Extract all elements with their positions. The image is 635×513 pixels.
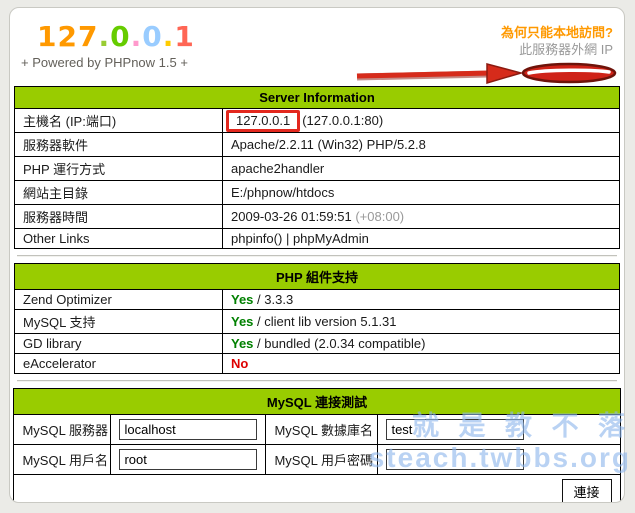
row-label: 服務器時間 [14, 204, 223, 229]
phpmyadmin-link[interactable]: phpMyAdmin [293, 231, 369, 246]
row-value: Apache/2.2.11 (Win32) PHP/5.2.8 [222, 132, 620, 157]
row-value: No [222, 353, 620, 374]
title-char: 0 [142, 20, 163, 53]
status-badge: Yes [231, 336, 254, 351]
mysql-user-input[interactable] [119, 449, 258, 470]
red-arrow-icon [356, 63, 524, 85]
row-value: apache2handler [222, 156, 620, 181]
server-info-section-header: Server Information [14, 86, 620, 109]
table-row: 連接 [13, 474, 621, 502]
table-row: 服務器軟件 Apache/2.2.11 (Win32) PHP/5.2.8 [14, 132, 620, 157]
divider [17, 255, 617, 257]
row-label: Other Links [14, 228, 223, 249]
divider [17, 380, 617, 382]
status-badge: Yes [231, 292, 254, 307]
page-header: 127.0.0.1 + Powered by PHPnow 1.5 + 為何只能… [13, 20, 621, 86]
row-value: Yes / 3.3.3 [222, 289, 620, 310]
row-label: GD library [14, 333, 223, 354]
row-label: 主機名 (IP:端口) [14, 108, 223, 133]
server-info-table: Server Information 主機名 (IP:端口) 127.0.0.1… [14, 86, 620, 249]
row-value: Yes / client lib version 5.1.31 [222, 309, 620, 334]
table-row: PHP 運行方式 apache2handler [14, 156, 620, 181]
title-char: . [162, 20, 175, 53]
php-components-table: PHP 組件支持 Zend Optimizer Yes / 3.3.3 MySQ… [14, 263, 620, 374]
php-components-section-header: PHP 組件支持 [14, 263, 620, 290]
probe-page-panel: 127.0.0.1 + Powered by PHPnow 1.5 + 為何只能… [9, 7, 625, 503]
row-label: 網站主目錄 [14, 180, 223, 205]
ip-scribble-icon [521, 62, 617, 84]
title-char: . [130, 20, 143, 53]
row-label: Zend Optimizer [14, 289, 223, 310]
mysql-server-label: MySQL 服務器 [13, 414, 112, 445]
row-value: E:/phpnow/htdocs [222, 180, 620, 205]
why-local-only-link[interactable]: 為何只能本地訪問? [501, 25, 613, 40]
row-label: eAccelerator [14, 353, 223, 374]
title-char: 0 [110, 20, 131, 53]
mysql-test-table: MySQL 連接測試 MySQL 服務器 MySQL 數據庫名 MySQL 用戶… [13, 388, 621, 502]
table-row: 主機名 (IP:端口) 127.0.0.1 (127.0.0.1:80) [14, 108, 620, 133]
mysql-password-input[interactable] [386, 449, 525, 470]
table-row: MySQL 用戶名 MySQL 用戶密碼 [13, 444, 621, 475]
mysql-user-label: MySQL 用戶名 [13, 444, 112, 475]
table-row: Other Links phpinfo() | phpMyAdmin [14, 228, 620, 249]
status-badge: Yes [231, 314, 254, 329]
row-value: Yes / bundled (2.0.34 compatible) [222, 333, 620, 354]
title-char: . [98, 20, 111, 53]
mysql-server-input[interactable] [119, 419, 258, 440]
phpinfo-link[interactable]: phpinfo() [231, 231, 282, 246]
title-char: 1 [174, 20, 195, 53]
row-label: PHP 運行方式 [14, 156, 223, 181]
row-value: phpinfo() | phpMyAdmin [222, 228, 620, 249]
table-row: 網站主目錄 E:/phpnow/htdocs [14, 180, 620, 205]
table-row: MySQL 服務器 MySQL 數據庫名 [13, 414, 621, 445]
mysql-db-input[interactable] [386, 419, 525, 440]
table-row: Zend Optimizer Yes / 3.3.3 [14, 289, 620, 310]
table-row: 服務器時間 2009-03-26 01:59:51 (+08:00) [14, 204, 620, 229]
table-row: MySQL 支持 Yes / client lib version 5.1.31 [14, 309, 620, 334]
mysql-test-section-header: MySQL 連接測試 [13, 388, 621, 415]
row-label: 服務器軟件 [14, 132, 223, 157]
timezone-suffix: (+08:00) [355, 209, 405, 224]
red-annotation-graphic [356, 62, 617, 85]
mysql-db-label: MySQL 數據庫名 [265, 414, 379, 445]
status-badge: No [231, 356, 249, 371]
header-right-notes: 為何只能本地訪問? 此服務器外網 IP [501, 24, 613, 58]
row-value: 2009-03-26 01:59:51 (+08:00) [222, 204, 620, 229]
mysql-password-label: MySQL 用戶密碼 [265, 444, 379, 475]
redbox-annotation: 127.0.0.1 [226, 109, 301, 132]
external-ip-note: 此服務器外網 IP [519, 42, 613, 57]
table-row: GD library Yes / bundled (2.0.34 compati… [14, 333, 620, 354]
connect-button[interactable]: 連接 [561, 479, 612, 502]
row-label: MySQL 支持 [14, 309, 223, 334]
row-value: 127.0.0.1 (127.0.0.1:80) [222, 108, 620, 133]
table-row: eAccelerator No [14, 353, 620, 374]
host-ip-value: 127.0.0.1 [236, 112, 291, 128]
title-char: 127 [37, 20, 99, 53]
